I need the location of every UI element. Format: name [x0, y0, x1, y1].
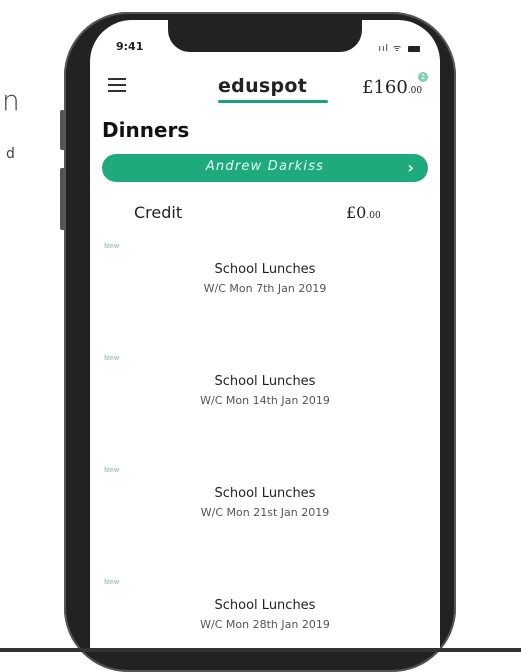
title-underline	[218, 100, 328, 103]
phone-screen: 9:41 ııl ᯤ eduspot £160.00 2 Dinners And…	[90, 20, 440, 652]
week-title: School Lunches	[214, 598, 316, 613]
background-text-fragment: n	[2, 84, 20, 117]
new-tag: New	[104, 578, 120, 586]
new-tag: New	[104, 354, 120, 362]
wifi-icon: ᯤ	[392, 44, 403, 54]
hamburger-menu-icon[interactable]	[108, 78, 126, 92]
week-title: School Lunches	[214, 374, 316, 389]
week-title: School Lunches	[214, 486, 316, 501]
week-date: W/C Mon 14th Jan 2019	[200, 394, 330, 407]
bottom-divider	[0, 648, 521, 652]
credit-value: £0.00	[346, 203, 381, 222]
balance-main: £160	[362, 77, 408, 98]
account-balance[interactable]: £160.00	[362, 77, 422, 98]
status-icons: ııl ᯤ	[379, 41, 420, 54]
list-item[interactable]: New School Lunches W/C Mon 21st Jan 2019	[90, 466, 440, 536]
credit-value-main: £0	[346, 203, 367, 222]
chevron-right-icon: ›	[407, 158, 414, 177]
notch	[168, 20, 362, 52]
background-text-fragment: d	[6, 146, 15, 162]
list-item[interactable]: New School Lunches W/C Mon 28th Jan 2019	[90, 578, 440, 648]
page-title: Dinners	[102, 118, 190, 142]
balance-badge: 2	[418, 72, 428, 82]
week-title: School Lunches	[214, 262, 316, 277]
credit-label: Credit	[134, 203, 183, 222]
volume-button	[60, 168, 65, 230]
credit-value-pence: .00	[366, 211, 381, 221]
list-item[interactable]: New School Lunches W/C Mon 7th Jan 2019	[90, 242, 440, 312]
volume-button	[60, 110, 65, 150]
pupil-name: Andrew Darkiss	[205, 159, 325, 174]
signal-icon: ııl	[378, 44, 390, 54]
app-title: eduspot	[218, 75, 308, 97]
new-tag: New	[104, 242, 120, 250]
week-date: W/C Mon 21st Jan 2019	[200, 506, 330, 519]
list-item[interactable]: New School Lunches W/C Mon 14th Jan 2019	[90, 354, 440, 424]
status-time: 9:41	[116, 40, 144, 53]
balance-pence: .00	[407, 86, 423, 96]
new-tag: New	[104, 466, 120, 474]
week-date: W/C Mon 28th Jan 2019	[200, 618, 330, 631]
pupil-selector-button[interactable]: Andrew Darkiss ›	[102, 154, 428, 182]
week-date: W/C Mon 7th Jan 2019	[203, 282, 327, 295]
battery-icon	[408, 45, 420, 52]
